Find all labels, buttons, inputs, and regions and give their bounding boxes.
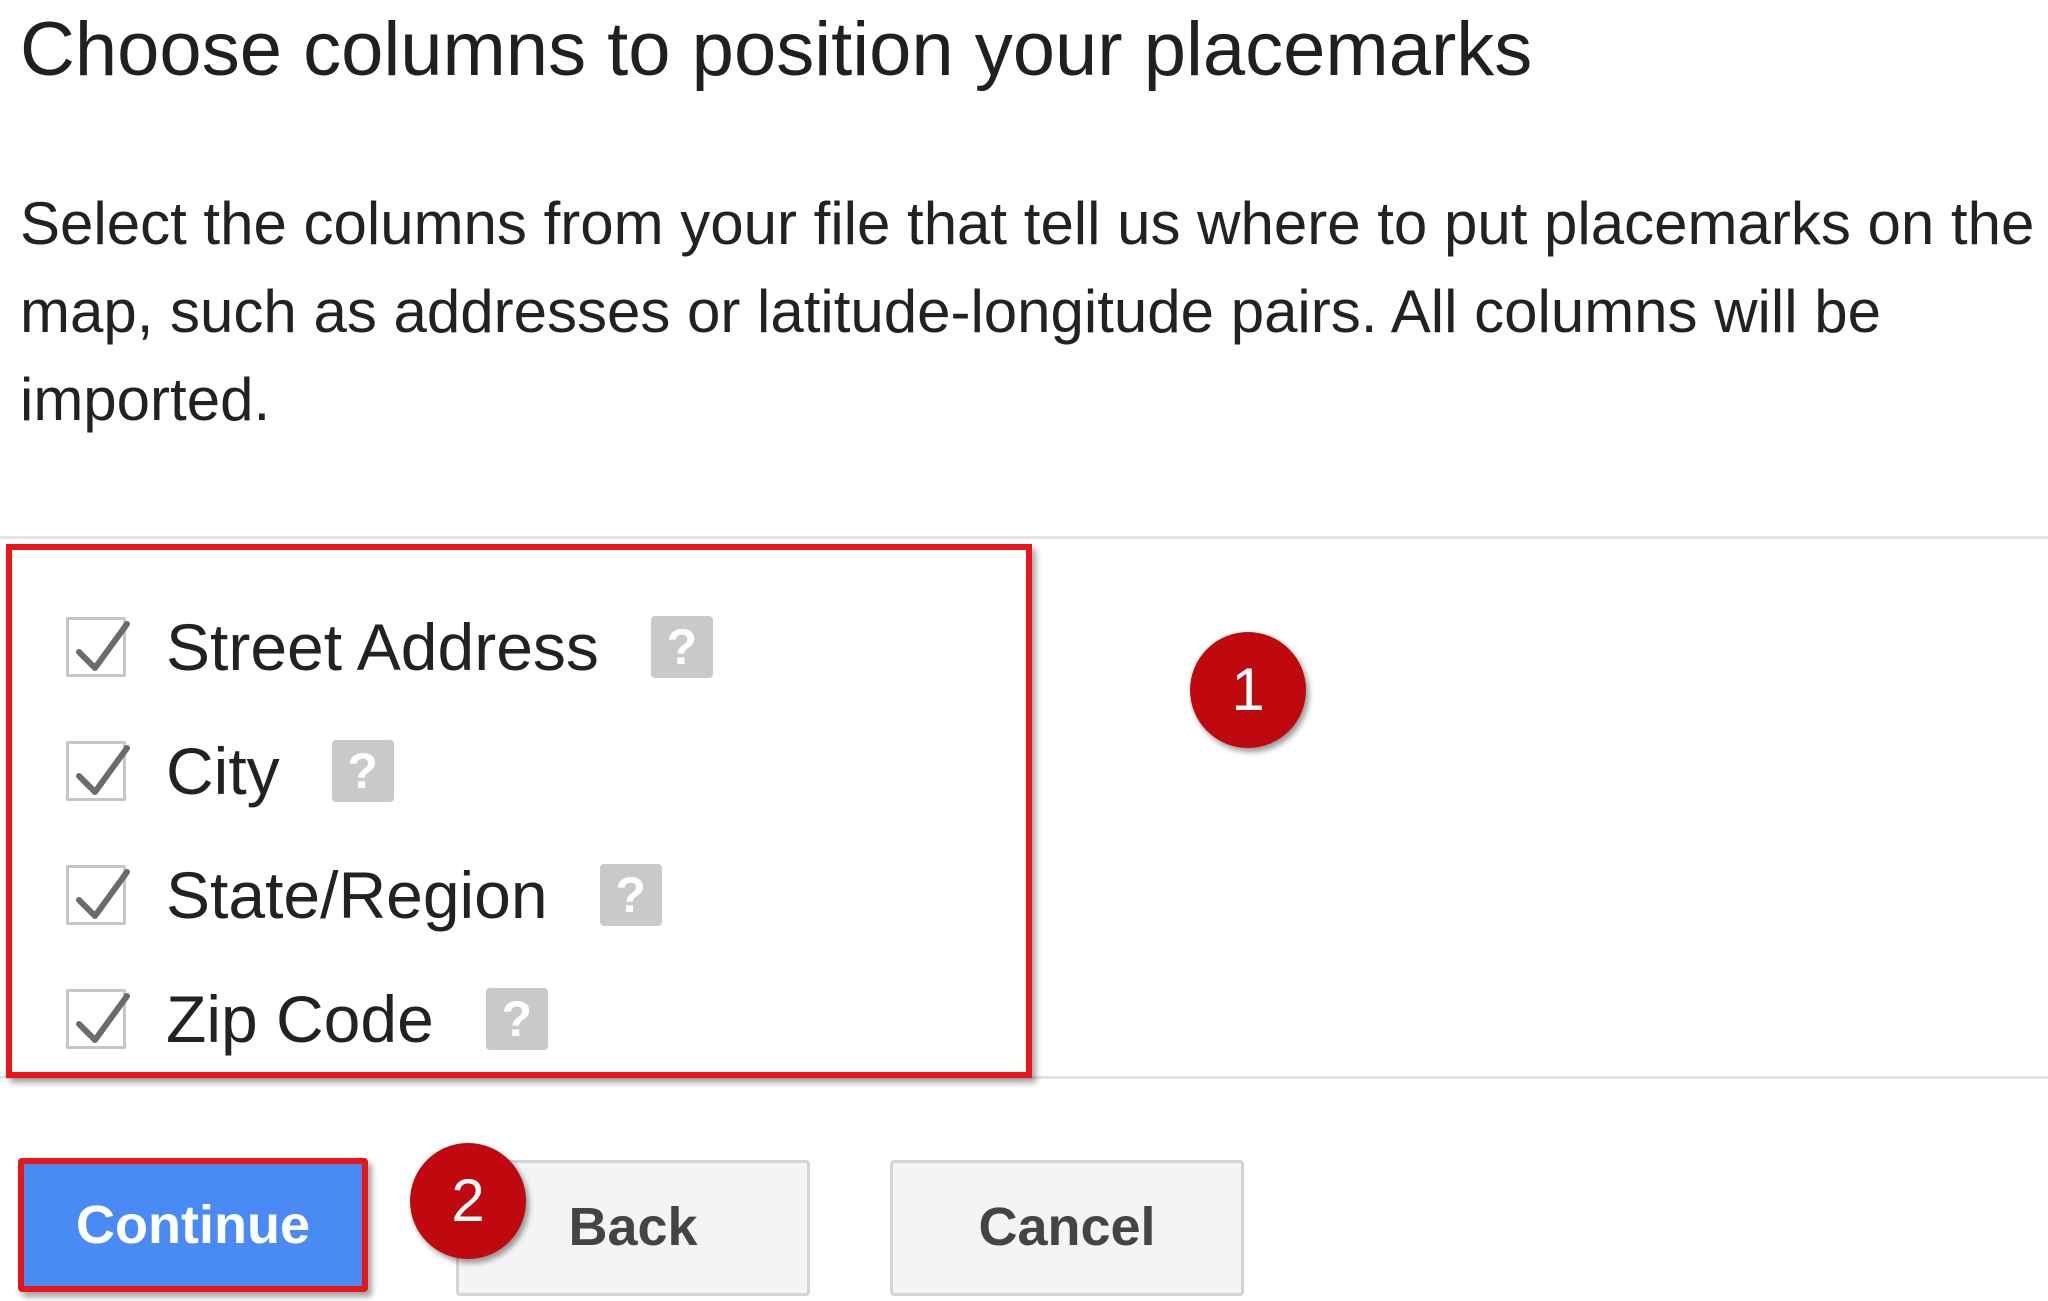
column-option-city: City ? [66,709,713,833]
step-2-badge: 2 [410,1143,526,1259]
zip-code-label: Zip Code [166,982,434,1056]
checkmark-icon [76,993,130,1043]
checkmark-icon [76,745,130,795]
question-icon[interactable]: ? [331,740,394,802]
street-address-label: Street Address [166,610,599,684]
section-divider-top [0,536,2048,539]
street-address-checkbox[interactable] [66,617,130,677]
dialog-description: Select the columns from your file that t… [20,190,2035,433]
continue-button[interactable]: Continue [18,1158,368,1292]
zip-code-checkbox[interactable] [66,989,130,1049]
question-icon[interactable]: ? [599,864,662,926]
city-checkbox[interactable] [66,741,130,801]
question-icon[interactable]: ? [650,616,713,678]
state-region-checkbox[interactable] [66,865,130,925]
state-region-label: State/Region [166,858,548,932]
dialog-title: Choose columns to position your placemar… [20,7,1533,92]
checkmark-icon [76,869,130,919]
column-option-street-address: Street Address ? [66,585,713,709]
column-checkbox-list: Street Address ? City ? State/Region ? Z… [66,585,713,1081]
city-label: City [166,734,280,808]
question-icon[interactable]: ? [485,988,548,1050]
step-1-badge: 1 [1190,632,1306,748]
checkmark-icon [76,621,130,671]
cancel-button[interactable]: Cancel [890,1160,1244,1296]
column-option-zip-code: Zip Code ? [66,957,713,1081]
column-option-state-region: State/Region ? [66,833,713,957]
